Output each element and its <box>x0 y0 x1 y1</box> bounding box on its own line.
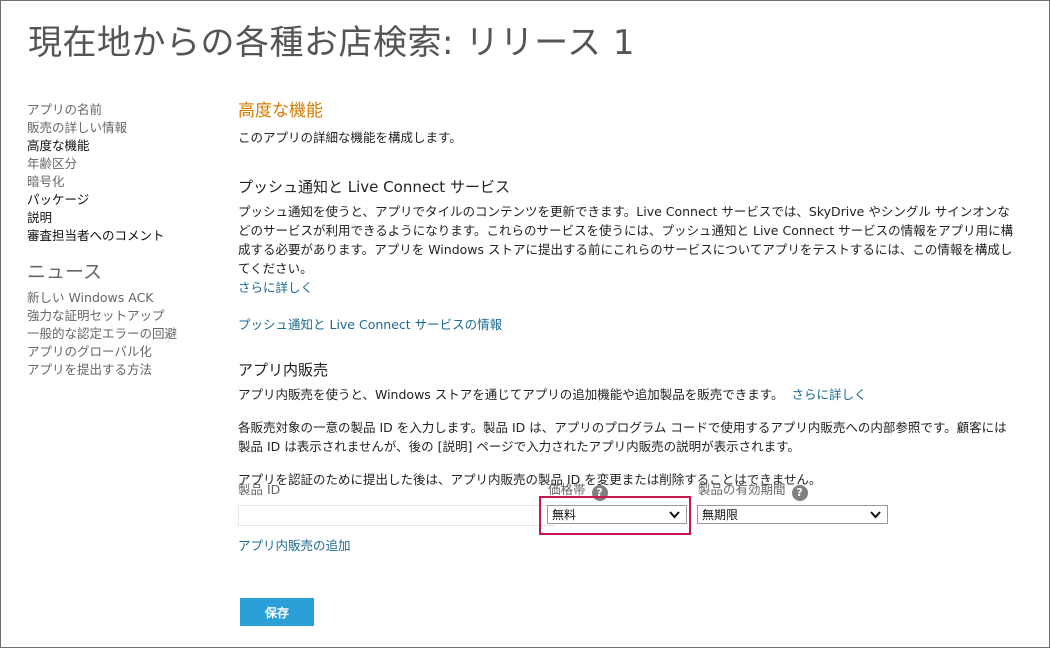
news-item-cert-errors[interactable]: 一般的な認定エラーの回避 <box>27 325 217 343</box>
sidebar-item-age-rating[interactable]: 年齢区分 <box>27 155 217 173</box>
expiry-select[interactable]: 無期限 <box>697 505 888 524</box>
news-item-certificate-setup[interactable]: 強力な証明セットアップ <box>27 307 217 325</box>
price-tier-value: 無料 <box>552 508 577 522</box>
sidebar: アプリの名前 販売の詳しい情報 高度な機能 年齢区分 暗号化 パッケージ 説明 … <box>27 101 217 379</box>
news-heading: ニュース <box>27 261 103 283</box>
price-tier-label: 価格帯 <box>548 482 586 497</box>
section-intro: このアプリの詳細な機能を構成します。 <box>238 130 462 145</box>
iap-product-id-description: 各販売対象の一意の製品 ID を入力します。製品 ID は、アプリのプログラム … <box>238 420 1007 454</box>
price-tier-select[interactable]: 無料 <box>547 505 687 524</box>
push-description: プッシュ通知を使うと、アプリでタイルのコンテンツを更新できます。Live Con… <box>238 204 1014 276</box>
section-title: 高度な機能 <box>238 101 323 121</box>
news-item-how-to-submit[interactable]: アプリを提出する方法 <box>27 361 217 379</box>
page-title: 現在地からの各種お店検索: リリース 1 <box>28 23 636 63</box>
news-item-globalization[interactable]: アプリのグローバル化 <box>27 343 217 361</box>
chevron-down-icon <box>870 511 881 519</box>
push-learn-more-link[interactable]: さらに詳しく <box>238 280 313 295</box>
sidebar-item-packages[interactable]: パッケージ <box>27 191 217 209</box>
save-button[interactable]: 保存 <box>240 598 314 626</box>
sidebar-item-advanced-features[interactable]: 高度な機能 <box>27 137 217 155</box>
sidebar-item-cryptography[interactable]: 暗号化 <box>27 173 217 191</box>
chevron-down-icon <box>669 511 680 519</box>
expiry-label-group: 製品の有効期間? <box>698 480 808 501</box>
news-item-windows-ack[interactable]: 新しい Windows ACK <box>27 289 217 307</box>
push-heading: プッシュ通知と Live Connect サービス <box>238 178 510 196</box>
iap-description-text: アプリ内販売を使うと、Windows ストアを通じてアプリの追加機能や追加製品を… <box>238 387 784 402</box>
sidebar-item-selling-details[interactable]: 販売の詳しい情報 <box>27 119 217 137</box>
iap-description: アプリ内販売を使うと、Windows ストアを通じてアプリの追加機能や追加製品を… <box>238 385 1018 404</box>
app-window: 現在地からの各種お店検索: リリース 1 アプリの名前 販売の詳しい情報 高度な… <box>0 0 1050 648</box>
expiry-label: 製品の有効期間 <box>698 482 786 497</box>
iap-form-row: 製品 ID 価格帯? 製品の有効期間? 無料 無期限 <box>238 480 1018 540</box>
product-id-label: 製品 ID <box>238 482 281 497</box>
iap-heading: アプリ内販売 <box>238 361 329 379</box>
question-circle-icon[interactable]: ? <box>791 485 808 501</box>
iap-learn-more-link[interactable]: さらに詳しく <box>791 387 866 402</box>
main-content: 高度な機能 このアプリの詳細な機能を構成します。 プッシュ通知と Live Co… <box>238 100 1018 626</box>
sidebar-item-app-name[interactable]: アプリの名前 <box>27 101 217 119</box>
expiry-value: 無期限 <box>702 508 739 522</box>
product-id-input[interactable] <box>238 505 554 526</box>
add-iap-link[interactable]: アプリ内販売の追加 <box>238 536 351 555</box>
push-info-link[interactable]: プッシュ通知と Live Connect サービスの情報 <box>238 317 502 332</box>
sidebar-item-description[interactable]: 説明 <box>27 209 217 227</box>
sidebar-item-notes-to-testers[interactable]: 審査担当者へのコメント <box>27 227 217 245</box>
